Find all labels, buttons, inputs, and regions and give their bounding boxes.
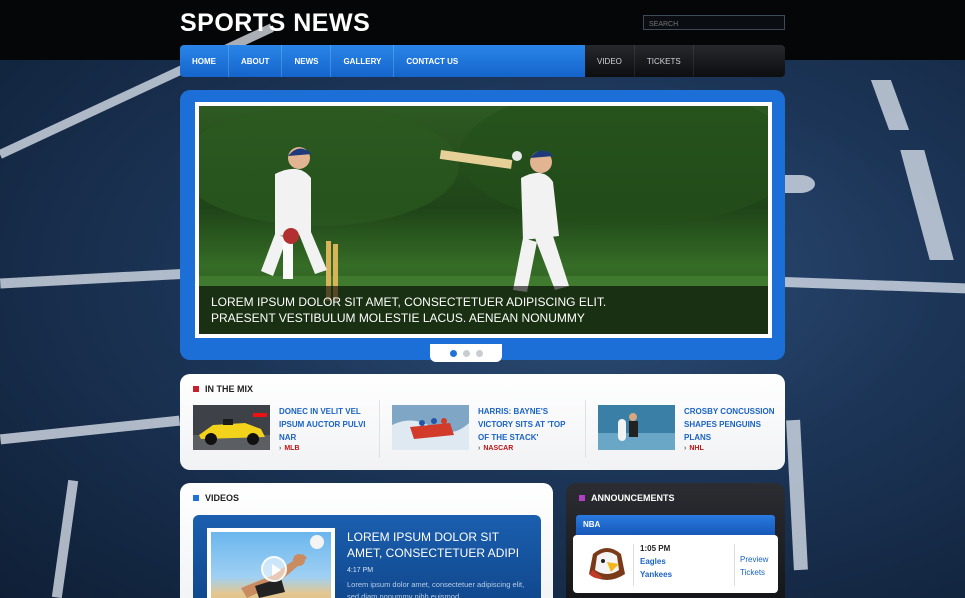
slide-dot-3[interactable]: [475, 349, 483, 357]
mix-headline[interactable]: CROSBY CONCUSSION SHAPES PENGUINS PLANS: [684, 405, 784, 444]
videos-section: VIDEOS LOREM IPSUM DOLOR SIT AMET, CONSE…: [180, 483, 553, 598]
videos-title: VIDEOS: [205, 493, 240, 503]
game-card: 1:05 PM Eagles Yankees Preview Tickets: [573, 535, 778, 593]
cricket-slide-image[interactable]: LOREM IPSUM DOLOR SIT AMET, CONSECTETUER…: [199, 106, 768, 334]
announcements-title: ANNOUNCEMENTS: [591, 493, 675, 503]
section-header: ANNOUNCEMENTS: [579, 493, 675, 503]
caption-line-1: LOREM IPSUM DOLOR SIT AMET, CONSECTETUER…: [211, 295, 607, 309]
play-icon[interactable]: [261, 556, 287, 582]
in-the-mix-section: IN THE MIX DONEC IN VELIT VEL IPSUM AUCT…: [180, 374, 785, 470]
game-time: 1:05 PM: [640, 544, 671, 553]
game-links: Preview Tickets: [734, 544, 768, 586]
slide-dot-1[interactable]: [449, 349, 457, 357]
nav-primary: HOME ABOUT NEWS GALLERY CONTACT US: [180, 45, 585, 77]
main-nav: HOME ABOUT NEWS GALLERY CONTACT US VIDEO…: [180, 45, 785, 77]
purple-square-icon: [579, 495, 585, 501]
tickets-link[interactable]: Tickets: [740, 566, 768, 579]
team-away[interactable]: Yankees: [640, 568, 672, 581]
blue-square-icon: [193, 495, 199, 501]
nav-gallery[interactable]: GALLERY: [331, 45, 395, 77]
slide-dot-2[interactable]: [462, 349, 470, 357]
mix-headline[interactable]: HARRIS: BAYNE'S VICTORY SITS AT 'TOP OF …: [478, 405, 578, 444]
mix-item: HARRIS: BAYNE'S VICTORY SITS AT 'TOP OF …: [392, 405, 582, 461]
nav-tickets[interactable]: TICKETS: [635, 45, 694, 77]
track-line: [785, 175, 815, 193]
mix-tag[interactable]: › NASCAR: [478, 445, 513, 452]
caption-line-2: PRAESENT VESTIBULUM MOLESTIE LACUS. AENE…: [211, 311, 585, 325]
nav-about[interactable]: ABOUT: [229, 45, 283, 77]
slide-frame: LOREM IPSUM DOLOR SIT AMET, CONSECTETUER…: [195, 102, 772, 338]
rafting-image: [392, 405, 469, 450]
team-home[interactable]: Eagles: [640, 555, 672, 568]
slider-pagination: [430, 344, 502, 362]
mix-item: CROSBY CONCUSSION SHAPES PENGUINS PLANS …: [598, 405, 788, 461]
mix-tag[interactable]: › MLB: [279, 445, 300, 452]
race-car-image: [193, 405, 270, 450]
video-description: Lorem ipsum dolor amet, consectetuer adi…: [347, 580, 525, 598]
hero-slider: LOREM IPSUM DOLOR SIT AMET, CONSECTETUER…: [180, 90, 785, 362]
red-square-icon: [193, 386, 199, 392]
site-logo[interactable]: SPORTS NEWS: [180, 9, 370, 38]
eagle-logo-icon: [589, 548, 625, 580]
tag-label: NHL: [689, 445, 704, 452]
nav-home[interactable]: HOME: [180, 45, 229, 77]
mix-tag[interactable]: › NHL: [684, 445, 704, 452]
league-tab[interactable]: NBA: [576, 515, 775, 535]
divider: [379, 400, 380, 458]
mix-headline[interactable]: DONEC IN VELIT VEL IPSUM AUCTOR PULVI NA…: [279, 405, 379, 444]
tag-label: NASCAR: [483, 445, 514, 452]
section-header: IN THE MIX: [193, 384, 253, 394]
video-title[interactable]: LOREM IPSUM DOLOR SIT AMET, CONSECTETUER…: [347, 529, 532, 561]
race-car-thumbnail[interactable]: [193, 405, 270, 450]
nav-video[interactable]: VIDEO: [585, 45, 635, 77]
video-card: LOREM IPSUM DOLOR SIT AMET, CONSECTETUER…: [193, 515, 541, 598]
surfer-thumbnail[interactable]: [598, 405, 675, 450]
game-info: 1:05 PM Eagles Yankees: [633, 544, 672, 586]
nav-news[interactable]: NEWS: [282, 45, 332, 77]
surfer-image: [598, 405, 675, 450]
slide-caption: LOREM IPSUM DOLOR SIT AMET, CONSECTETUER…: [199, 286, 768, 334]
mix-title: IN THE MIX: [205, 384, 254, 394]
announcements-section: ANNOUNCEMENTS NBA 1:05 PM Eagles Yankees…: [566, 483, 785, 598]
volleyball-image: [211, 532, 331, 598]
nav-contact[interactable]: CONTACT US: [394, 45, 470, 77]
section-header: VIDEOS: [193, 493, 239, 503]
video-time: 4:17 PM: [347, 567, 374, 574]
search-input[interactable]: [643, 15, 785, 30]
tag-label: MLB: [284, 445, 300, 452]
divider: [585, 400, 586, 458]
mix-item: DONEC IN VELIT VEL IPSUM AUCTOR PULVI NA…: [193, 405, 383, 461]
video-thumbnail[interactable]: [207, 528, 335, 598]
rafting-thumbnail[interactable]: [392, 405, 469, 450]
nav-secondary: VIDEO TICKETS: [585, 45, 785, 77]
preview-link[interactable]: Preview: [740, 553, 768, 566]
